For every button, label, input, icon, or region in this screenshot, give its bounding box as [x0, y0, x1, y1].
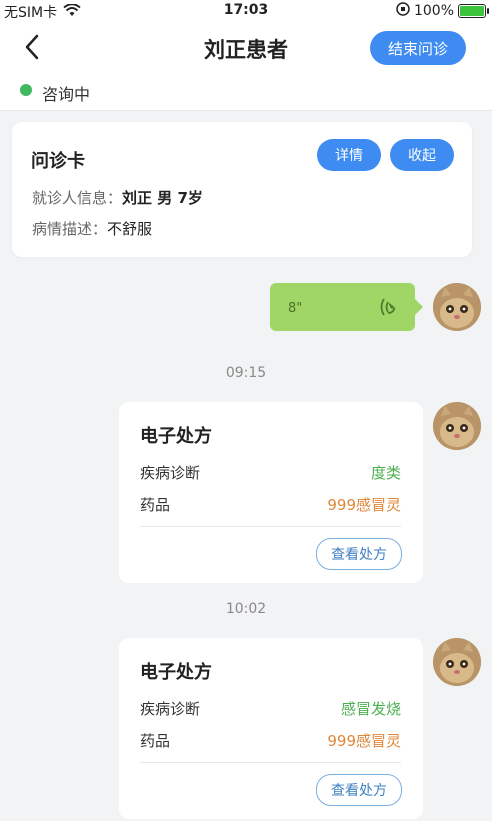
condition-label: 病情描述：	[32, 220, 108, 238]
collapse-button[interactable]: 收起	[390, 139, 454, 171]
battery-icon	[458, 4, 489, 18]
battery-fill	[460, 6, 484, 16]
end-consultation-button[interactable]: 结束问诊	[370, 31, 466, 65]
patient-info-row: 就诊人信息：刘正 男 7岁	[32, 187, 203, 208]
voice-wave-icon	[380, 298, 396, 316]
voice-message-bubble[interactable]: 8"	[270, 283, 423, 331]
battery-percent: 100%	[413, 3, 454, 19]
condition-value: 不舒服	[107, 220, 153, 238]
diagnosis-label: 疾病诊断	[140, 700, 201, 718]
prescription-title: 电子处方	[140, 426, 212, 447]
avatar	[433, 402, 481, 450]
consult-status-text: 咨询中	[42, 85, 91, 104]
status-bar-right: 100%	[396, 2, 489, 20]
cat-avatar-icon	[433, 402, 481, 450]
diagnosis-value: 感冒发烧	[340, 700, 401, 718]
message-timestamp: 09:15	[225, 365, 267, 381]
avatar	[433, 638, 481, 686]
cat-avatar-icon	[433, 638, 481, 686]
status-bar: 无SIM卡 17:03 100%	[0, 0, 492, 22]
patient-info-label: 就诊人信息：	[32, 189, 123, 207]
prescription-card: 电子处方 疾病诊断 感冒发烧 药品 999感冒灵 查看处方	[119, 638, 423, 819]
consultation-card: 问诊卡 详情 收起 就诊人信息：刘正 男 7岁 病情描述：不舒服	[12, 122, 472, 257]
diagnosis-value: 度类	[370, 464, 401, 482]
orientation-lock-icon	[396, 2, 410, 20]
prescription-card: 电子处方 疾病诊断 度类 药品 999感冒灵 查看处方	[119, 402, 423, 583]
view-prescription-button[interactable]: 查看处方	[316, 538, 402, 570]
divider	[140, 762, 401, 763]
patient-info-value: 刘正 男 7岁	[122, 189, 203, 207]
details-button[interactable]: 详情	[317, 139, 381, 171]
condition-row: 病情描述：不舒服	[32, 218, 152, 239]
divider	[140, 526, 401, 527]
nav-header: 刘正患者 结束问诊	[0, 22, 492, 72]
diagnosis-label: 疾病诊断	[140, 464, 201, 482]
cat-avatar-icon	[433, 283, 481, 331]
drug-value: 999感冒灵	[327, 732, 401, 750]
voice-duration: 8"	[288, 301, 303, 316]
drug-label: 药品	[140, 732, 171, 750]
message-timestamp: 10:02	[225, 601, 267, 617]
prescription-title: 电子处方	[140, 662, 212, 683]
consultation-card-title: 问诊卡	[31, 151, 85, 172]
view-prescription-button[interactable]: 查看处方	[316, 774, 402, 806]
consult-status-bar: 咨询中	[0, 72, 492, 111]
avatar	[433, 283, 481, 331]
drug-value: 999感冒灵	[327, 496, 401, 514]
drug-label: 药品	[140, 496, 171, 514]
status-dot	[20, 84, 32, 96]
